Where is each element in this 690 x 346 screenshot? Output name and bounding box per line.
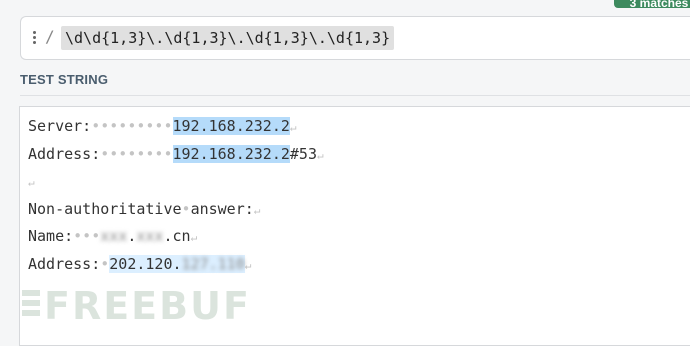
test-line: ↵ [28,176,35,189]
match-highlight: 202.120.127.110 [109,254,245,273]
watermark-logo-icon [22,290,40,322]
regex-pattern[interactable]: \d\d{1,3}\.\d{1,3}\.\d{1,3}\.\d{1,3} [61,26,395,50]
match-highlight: 192.168.232.2 [172,117,290,135]
test-line: Address:••••••••192.168.232.2#53↵ [28,144,324,163]
test-line: Name:•••xxx.xxx.cn↵ [28,227,198,245]
match-highlight: 192.168.232.2 [172,144,290,163]
flags-menu-icon[interactable] [33,29,43,47]
test-string-label: TEST STRING [20,72,109,87]
match-count-badge: 3 matches [614,0,690,10]
test-string-text[interactable]: Server:•••••••••192.168.232.2↵ Address:•… [28,113,324,278]
regex-input-box[interactable]: / \d\d{1,3}\.\d{1,3}\.\d{1,3}\.\d{1,3} [20,16,690,60]
freebuf-watermark: FREEBUF [22,284,249,330]
test-line: Address:•202.120.127.110↵ [28,254,252,273]
redacted-text: 127.110 [181,254,245,273]
regex-delimiter: / [45,27,55,46]
test-line: Server:•••••••••192.168.232.2↵ [28,117,297,135]
redacted-text: xxx [136,227,164,245]
divider [20,95,690,96]
redacted-text: xxx [100,227,128,245]
test-line: Non-authoritative•answer:↵ [28,199,261,218]
